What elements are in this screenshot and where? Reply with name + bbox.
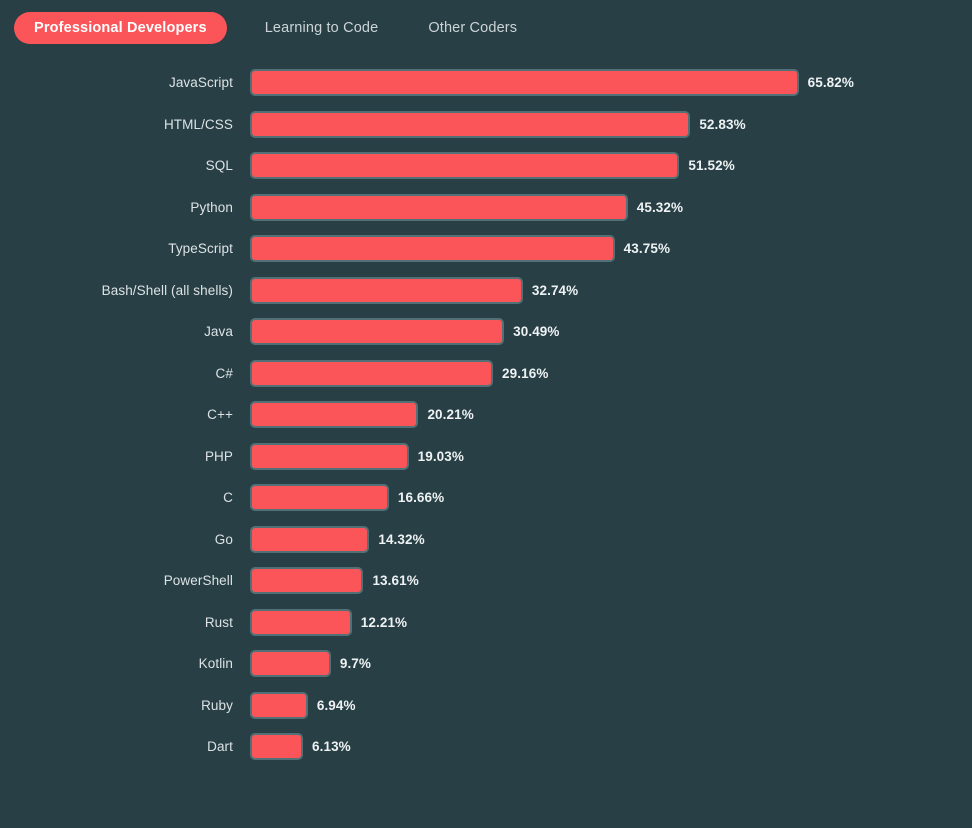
bar-value-label: 45.32% — [636, 199, 684, 215]
bar-category-label: HTML/CSS — [163, 116, 233, 132]
bar-value-label: 19.03% — [417, 448, 464, 464]
bar-track: 45.32% — [250, 193, 972, 221]
bar-category-label: Rust — [204, 614, 233, 630]
tab-learning-to-code[interactable]: Learning to Code — [253, 20, 391, 36]
bar-category-label: Java — [204, 324, 233, 340]
bar-value-label: 12.21% — [360, 614, 408, 630]
bar[interactable] — [250, 235, 615, 263]
bar-value-label: 65.82% — [807, 75, 854, 91]
bar-category-label: PowerShell — [163, 573, 233, 589]
bar-row: Python 45.32% — [0, 187, 972, 229]
bar-row: C 16.66% — [0, 477, 972, 519]
bar-track: 14.32% — [250, 525, 972, 553]
bar-track: 16.66% — [250, 484, 972, 512]
bar-category-label: Bash/Shell (all shells) — [101, 282, 233, 298]
bar-track: 9.7% — [250, 650, 972, 678]
bar-category-label: SQL — [205, 158, 233, 174]
bar-row: PowerShell 13.61% — [0, 560, 972, 602]
tab-professional-developers[interactable]: Professional Developers — [14, 12, 227, 44]
bar-value-label: 30.49% — [513, 324, 560, 340]
bar-track: 30.49% — [250, 318, 972, 346]
bar-value-label: 14.32% — [378, 531, 425, 547]
bar-row: C# 29.16% — [0, 353, 972, 395]
bar-row: JavaScript 65.82% — [0, 62, 972, 104]
bar-row: C++ 20.21% — [0, 394, 972, 436]
bar-track: 65.82% — [250, 69, 972, 97]
bar-track: 6.13% — [250, 733, 972, 761]
bar[interactable] — [250, 567, 364, 595]
bar-value-label: 51.52% — [688, 158, 735, 174]
bar-row: HTML/CSS 52.83% — [0, 104, 972, 146]
bar-track: 52.83% — [250, 110, 972, 138]
bar-track: 13.61% — [250, 567, 972, 595]
bar[interactable] — [250, 608, 352, 636]
bar-value-label: 43.75% — [623, 241, 671, 257]
bar-track: 32.74% — [250, 276, 972, 304]
bar[interactable] — [250, 401, 419, 429]
bar-row: Java 30.49% — [0, 311, 972, 353]
bar-track: 51.52% — [250, 152, 972, 180]
bar-track: 43.75% — [250, 235, 972, 263]
bar-track: 29.16% — [250, 359, 972, 387]
bar-category-label: Python — [190, 199, 233, 215]
bar-row: TypeScript 43.75% — [0, 228, 972, 270]
bar-category-label: C — [223, 490, 233, 506]
bar-row: Go 14.32% — [0, 519, 972, 561]
bar-row: Kotlin 9.7% — [0, 643, 972, 685]
bar-category-label: Kotlin — [198, 656, 233, 672]
bar-row: PHP 19.03% — [0, 436, 972, 478]
bar-value-label: 9.7% — [339, 656, 372, 672]
bar[interactable] — [250, 650, 331, 678]
bar-row: Ruby 6.94% — [0, 685, 972, 727]
bar-value-label: 16.66% — [397, 490, 445, 506]
bar-value-label: 20.21% — [427, 407, 474, 423]
bar-category-label: TypeScript — [168, 241, 233, 257]
bar[interactable] — [250, 193, 628, 221]
bar-value-label: 29.16% — [502, 365, 549, 381]
bar-row: Rust 12.21% — [0, 602, 972, 644]
bar[interactable] — [250, 110, 691, 138]
bar-value-label: 6.94% — [316, 697, 356, 713]
bar-category-label: PHP — [204, 448, 233, 464]
bar-category-label: Dart — [207, 739, 233, 755]
bar-category-label: JavaScript — [168, 75, 233, 91]
bar[interactable] — [250, 276, 523, 304]
bar[interactable] — [250, 733, 303, 761]
bar-category-label: C++ — [207, 407, 233, 423]
bar[interactable] — [250, 691, 308, 719]
bar[interactable] — [250, 69, 799, 97]
bar-track: 6.94% — [250, 691, 972, 719]
bar-track: 12.21% — [250, 608, 972, 636]
horizontal-bar-chart: JavaScript 65.82% HTML/CSS 52.83% SQL 51.52% P… — [0, 56, 972, 768]
bar[interactable] — [250, 359, 494, 387]
bar-category-label: Ruby — [201, 697, 233, 713]
bar-value-label: 13.61% — [372, 573, 419, 589]
bar-category-label: C# — [215, 365, 233, 381]
bar-category-label: Go — [214, 531, 233, 547]
bar-row: Bash/Shell (all shells) 32.74% — [0, 270, 972, 312]
bar-row: Dart 6.13% — [0, 726, 972, 768]
bar-value-label: 32.74% — [531, 282, 579, 298]
tab-other-coders[interactable]: Other Coders — [416, 20, 529, 36]
bar[interactable] — [250, 525, 370, 553]
tab-bar: Professional Developers Learning to Code O… — [0, 0, 972, 56]
bar[interactable] — [250, 152, 680, 180]
bar-row: SQL 51.52% — [0, 145, 972, 187]
bar[interactable] — [250, 318, 505, 346]
bar-track: 20.21% — [250, 401, 972, 429]
bar-value-label: 6.13% — [312, 739, 351, 755]
bar[interactable] — [250, 484, 389, 512]
bar-track: 19.03% — [250, 442, 972, 470]
bar[interactable] — [250, 442, 409, 470]
bar-value-label: 52.83% — [699, 116, 746, 132]
